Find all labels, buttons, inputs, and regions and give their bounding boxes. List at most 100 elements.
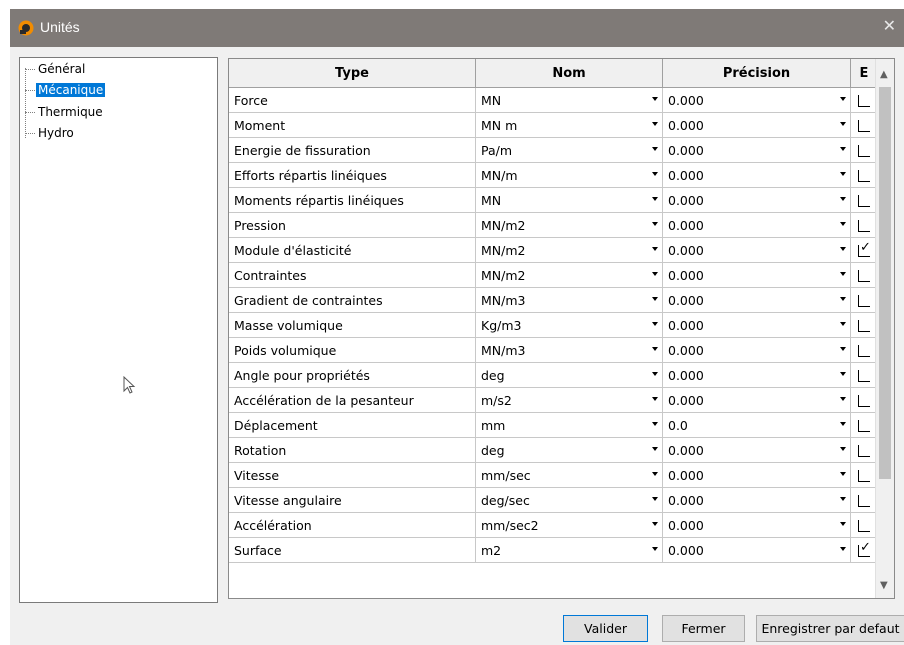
table-row[interactable]: Energie de fissuration Pa/m 0.000 xyxy=(229,137,878,163)
column-header-type[interactable]: Type xyxy=(229,59,476,88)
e-checkbox-cell[interactable] xyxy=(850,137,878,163)
chevron-down-icon[interactable] xyxy=(840,372,846,376)
nom-select[interactable]: deg/sec xyxy=(475,487,663,513)
nom-select[interactable]: MN/m2 xyxy=(475,237,663,263)
nom-select[interactable]: MN xyxy=(475,87,663,113)
chevron-down-icon[interactable] xyxy=(652,472,658,476)
precision-select[interactable]: 0.000 xyxy=(662,262,851,288)
checkbox[interactable] xyxy=(858,370,870,382)
table-row[interactable]: Rotation deg 0.000 xyxy=(229,437,878,463)
chevron-down-icon[interactable] xyxy=(840,422,846,426)
nom-select[interactable]: MN xyxy=(475,187,663,213)
precision-select[interactable]: 0.0 xyxy=(662,412,851,438)
e-checkbox-cell[interactable] xyxy=(850,462,878,488)
table-row[interactable]: Accélération de la pesanteur m/s2 0.000 xyxy=(229,387,878,413)
e-checkbox-cell[interactable] xyxy=(850,112,878,138)
precision-select[interactable]: 0.000 xyxy=(662,112,851,138)
chevron-down-icon[interactable] xyxy=(652,297,658,301)
table-row[interactable]: Module d'élasticité MN/m2 0.000 ✓ xyxy=(229,237,878,263)
chevron-down-icon[interactable] xyxy=(652,272,658,276)
tree-item-thermique[interactable]: Thermique xyxy=(25,105,105,123)
e-checkbox-cell[interactable] xyxy=(850,187,878,213)
precision-select[interactable]: 0.000 xyxy=(662,462,851,488)
close-button[interactable]: Fermer xyxy=(662,615,745,642)
chevron-down-icon[interactable] xyxy=(652,197,658,201)
table-row[interactable]: Moment MN m 0.000 xyxy=(229,112,878,138)
nom-select[interactable]: Pa/m xyxy=(475,137,663,163)
checkbox[interactable] xyxy=(858,445,870,457)
tree-item-mecanique[interactable]: Mécanique xyxy=(25,83,106,101)
table-row[interactable]: Gradient de contraintes MN/m3 0.000 xyxy=(229,287,878,313)
checkbox[interactable] xyxy=(858,195,870,207)
chevron-down-icon[interactable] xyxy=(652,397,658,401)
checkbox[interactable] xyxy=(858,470,870,482)
e-checkbox-cell[interactable] xyxy=(850,362,878,388)
validate-button[interactable]: Valider xyxy=(563,615,648,642)
precision-select[interactable]: 0.000 xyxy=(662,437,851,463)
precision-select[interactable]: 0.000 xyxy=(662,362,851,388)
chevron-down-icon[interactable] xyxy=(840,397,846,401)
table-row[interactable]: Surface m2 0.000 ✓ xyxy=(229,537,878,563)
chevron-down-icon[interactable] xyxy=(840,272,846,276)
chevron-down-icon[interactable] xyxy=(652,372,658,376)
e-checkbox-cell[interactable]: ✓ xyxy=(850,537,878,563)
vertical-scrollbar[interactable]: ▲ ▼ xyxy=(875,59,894,598)
chevron-down-icon[interactable] xyxy=(652,497,658,501)
checkbox[interactable] xyxy=(858,345,870,357)
chevron-down-icon[interactable] xyxy=(840,297,846,301)
e-checkbox-cell[interactable]: ✓ xyxy=(850,237,878,263)
table-row[interactable]: Angle pour propriétés deg 0.000 xyxy=(229,362,878,388)
table-row[interactable]: Moments répartis linéiques MN 0.000 xyxy=(229,187,878,213)
chevron-down-icon[interactable] xyxy=(840,472,846,476)
chevron-down-icon[interactable] xyxy=(840,97,846,101)
nom-select[interactable]: m/s2 xyxy=(475,387,663,413)
chevron-down-icon[interactable] xyxy=(840,522,846,526)
chevron-down-icon[interactable] xyxy=(840,322,846,326)
e-checkbox-cell[interactable] xyxy=(850,387,878,413)
nom-select[interactable]: mm xyxy=(475,412,663,438)
precision-select[interactable]: 0.000 xyxy=(662,337,851,363)
e-checkbox-cell[interactable] xyxy=(850,412,878,438)
chevron-down-icon[interactable] xyxy=(652,422,658,426)
chevron-down-icon[interactable] xyxy=(652,547,658,551)
checkbox[interactable] xyxy=(858,520,870,532)
chevron-down-icon[interactable] xyxy=(840,347,846,351)
e-checkbox-cell[interactable] xyxy=(850,262,878,288)
chevron-down-icon[interactable] xyxy=(652,172,658,176)
chevron-down-icon[interactable] xyxy=(840,547,846,551)
chevron-down-icon[interactable] xyxy=(840,247,846,251)
chevron-down-icon[interactable] xyxy=(652,247,658,251)
column-header-precision[interactable]: Précision xyxy=(662,59,851,88)
e-checkbox-cell[interactable] xyxy=(850,312,878,338)
table-row[interactable]: Force MN 0.000 xyxy=(229,87,878,113)
checkbox[interactable] xyxy=(858,95,870,107)
chevron-down-icon[interactable] xyxy=(840,497,846,501)
nom-select[interactable]: MN/m3 xyxy=(475,337,663,363)
table-row[interactable]: Vitesse mm/sec 0.000 xyxy=(229,462,878,488)
tree-item-general[interactable]: Général xyxy=(25,62,87,80)
checkbox[interactable] xyxy=(858,220,870,232)
table-row[interactable]: Pression MN/m2 0.000 xyxy=(229,212,878,238)
nom-select[interactable]: deg xyxy=(475,362,663,388)
e-checkbox-cell[interactable] xyxy=(850,162,878,188)
column-header-e[interactable]: E xyxy=(850,59,878,88)
nom-select[interactable]: MN/m2 xyxy=(475,212,663,238)
scroll-down-icon[interactable]: ▼ xyxy=(880,580,888,591)
chevron-down-icon[interactable] xyxy=(652,522,658,526)
chevron-down-icon[interactable] xyxy=(652,322,658,326)
e-checkbox-cell[interactable] xyxy=(850,212,878,238)
precision-select[interactable]: 0.000 xyxy=(662,487,851,513)
chevron-down-icon[interactable] xyxy=(840,447,846,451)
nom-select[interactable]: mm/sec xyxy=(475,462,663,488)
checkbox[interactable] xyxy=(858,395,870,407)
table-row[interactable]: Masse volumique Kg/m3 0.000 xyxy=(229,312,878,338)
nom-select[interactable]: deg xyxy=(475,437,663,463)
checkbox[interactable] xyxy=(858,145,870,157)
e-checkbox-cell[interactable] xyxy=(850,337,878,363)
chevron-down-icon[interactable] xyxy=(652,147,658,151)
e-checkbox-cell[interactable] xyxy=(850,512,878,538)
save-default-button[interactable]: Enregistrer par defaut xyxy=(756,615,904,642)
nom-select[interactable]: MN/m xyxy=(475,162,663,188)
nom-select[interactable]: MN/m2 xyxy=(475,262,663,288)
e-checkbox-cell[interactable] xyxy=(850,437,878,463)
